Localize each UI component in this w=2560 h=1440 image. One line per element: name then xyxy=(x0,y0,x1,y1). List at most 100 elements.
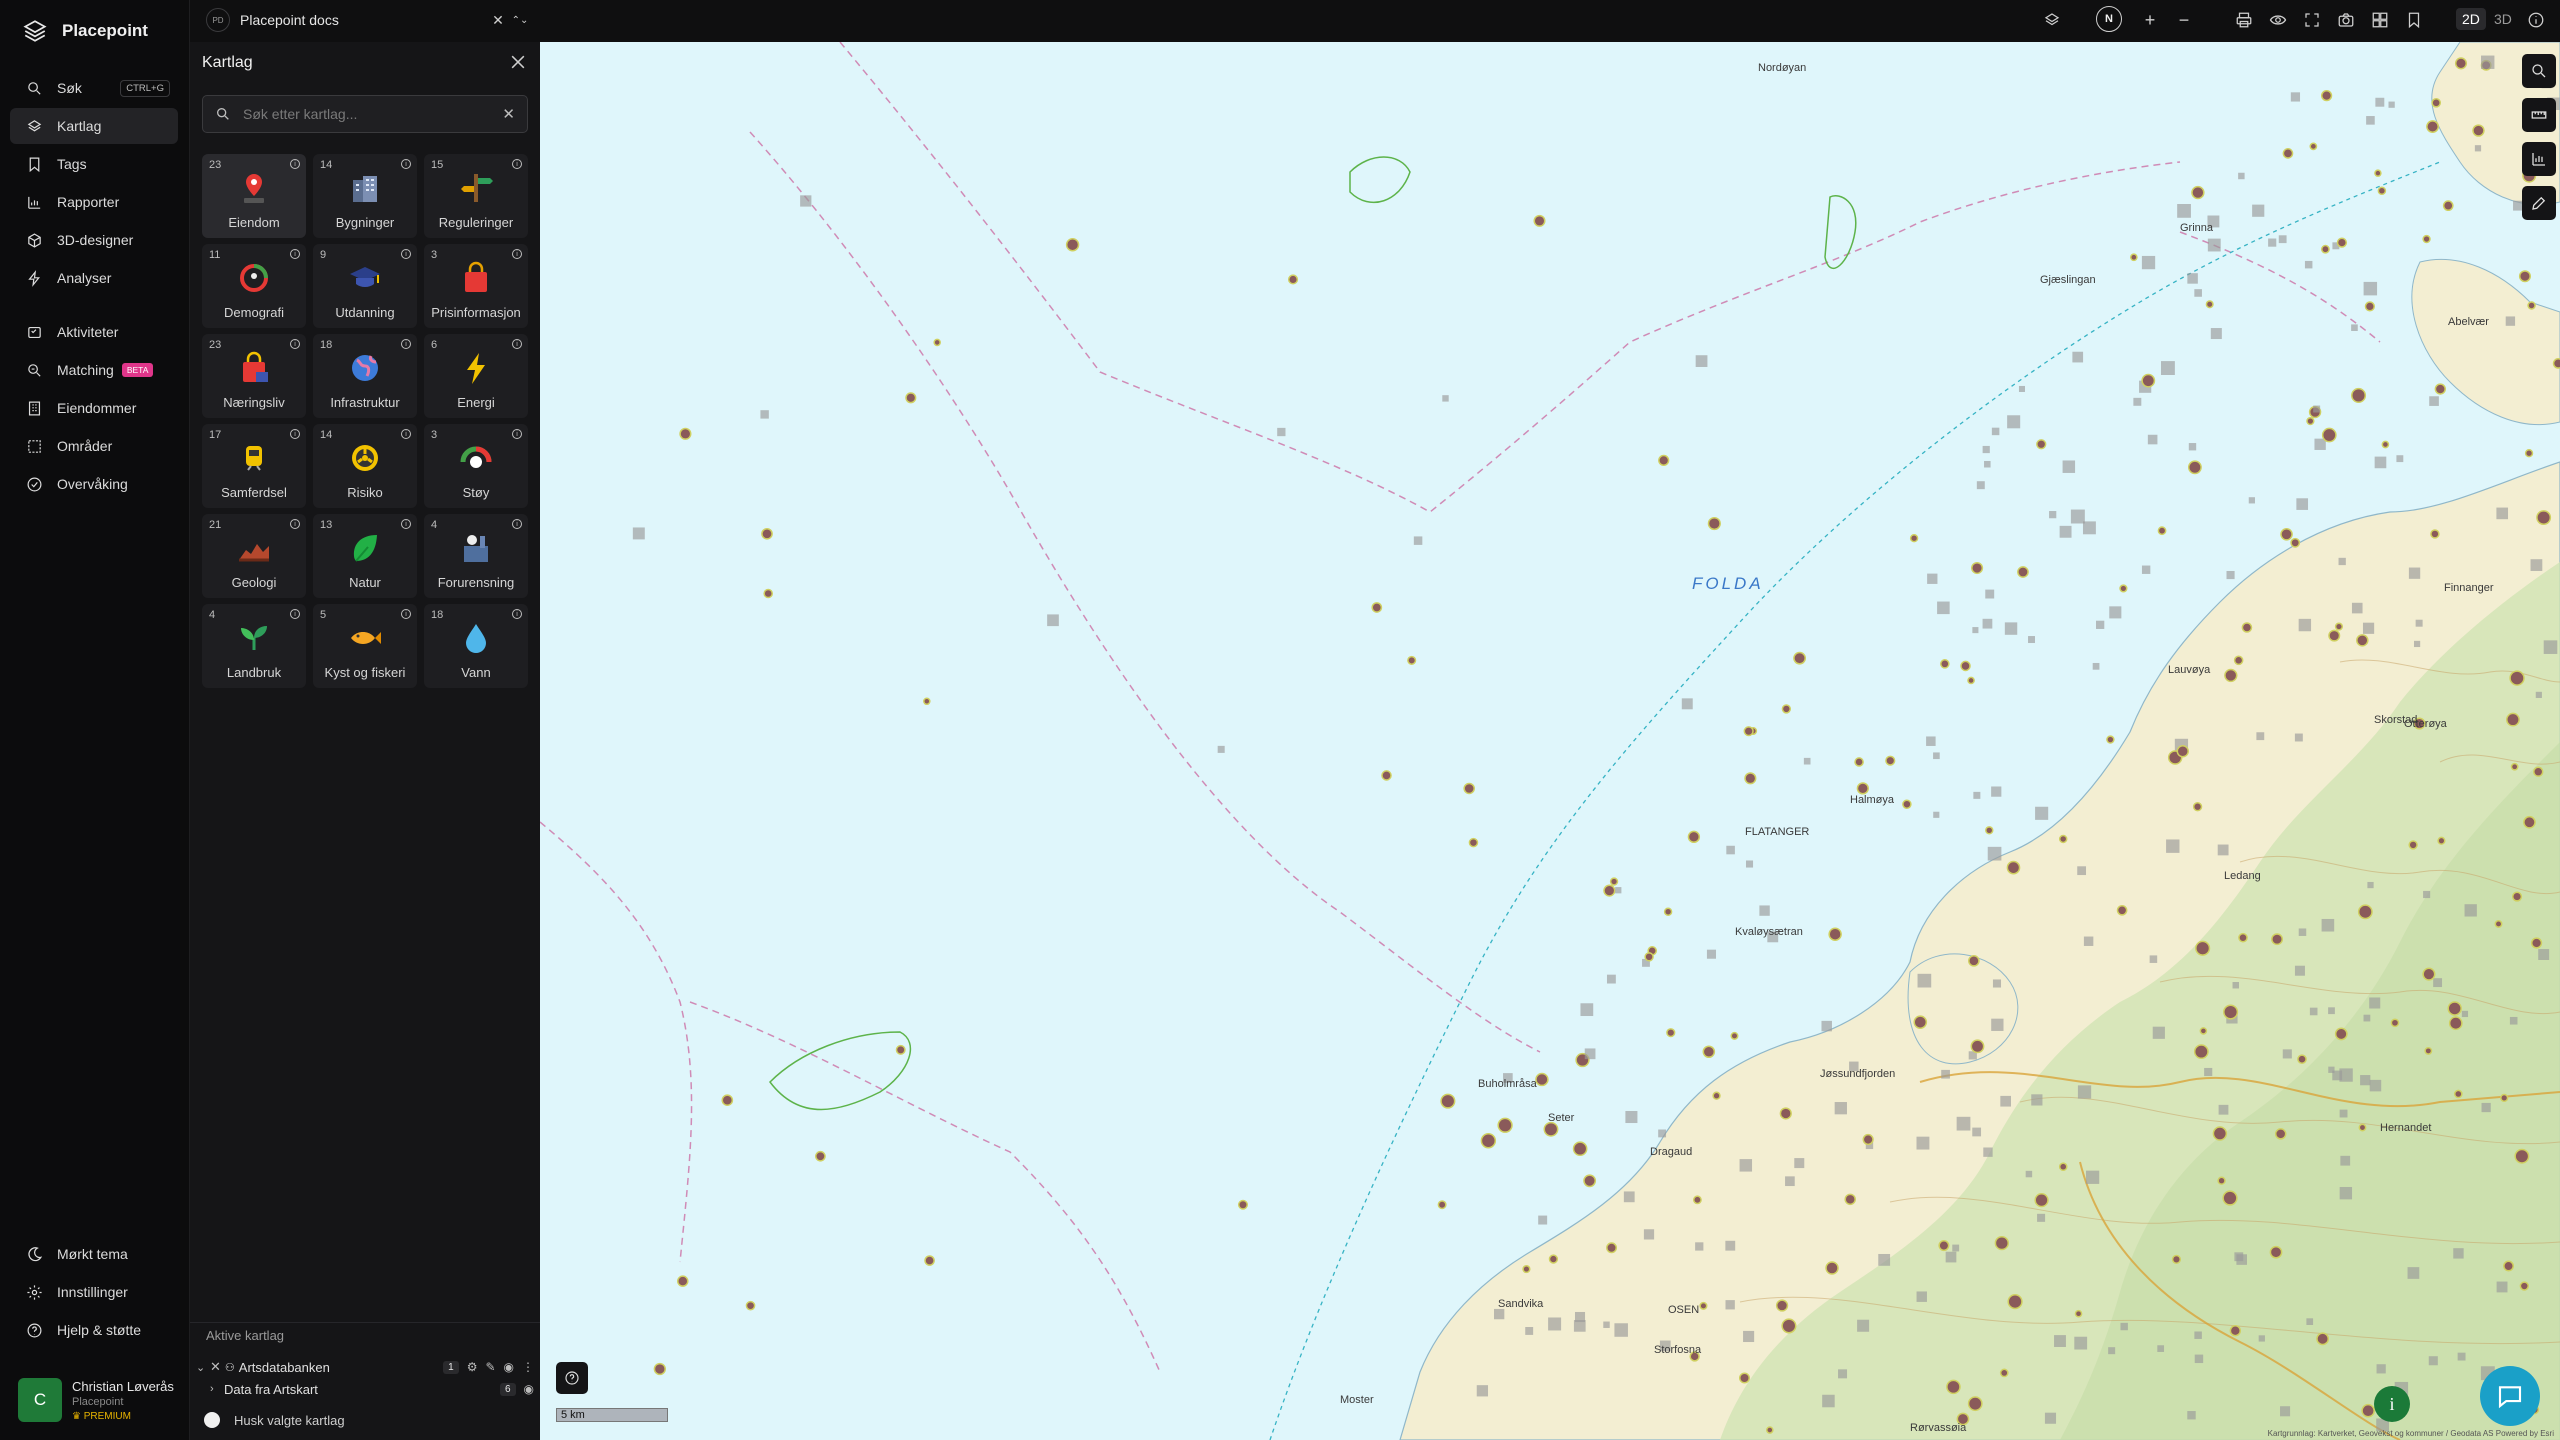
category-tile-eiendom[interactable]: 23 i Eiendom xyxy=(202,154,306,238)
nav-item-overvåking[interactable]: Overvåking xyxy=(10,466,178,502)
info-icon[interactable]: i xyxy=(290,159,300,169)
chat-button[interactable] xyxy=(2480,1366,2540,1426)
layer-search-input[interactable] xyxy=(241,105,493,123)
category-tile-prisinformasjon[interactable]: 3 i Prisinformasjon xyxy=(424,244,528,328)
north-compass[interactable]: N xyxy=(2096,6,2122,32)
category-tile-forurensning[interactable]: 4 i Forurensning xyxy=(424,514,528,598)
occurrence-marker xyxy=(2018,385,2025,392)
remember-toggle[interactable] xyxy=(204,1412,220,1428)
remove-layer-icon[interactable]: ✕ xyxy=(210,1359,221,1375)
category-tile-utdanning[interactable]: 9 i Utdanning xyxy=(313,244,417,328)
fullscreen-icon[interactable] xyxy=(2302,10,2322,30)
nav-item-3d-designer[interactable]: 3D-designer xyxy=(10,222,178,258)
more-icon[interactable]: ⋮ xyxy=(522,1360,534,1374)
occurrence-marker xyxy=(2367,881,2374,889)
info-icon[interactable]: i xyxy=(401,429,411,439)
info-icon[interactable] xyxy=(2526,10,2546,30)
info-icon[interactable]: i xyxy=(290,609,300,619)
nav-bottom-gear[interactable]: Innstillinger xyxy=(10,1274,178,1310)
category-tile-energi[interactable]: 6 i Energi xyxy=(424,334,528,418)
info-icon[interactable]: i xyxy=(512,519,522,529)
active-sublayer-row[interactable]: › Data fra Artskart 6 ◉ xyxy=(210,1378,534,1400)
edit-icon[interactable]: ✎ xyxy=(485,1360,495,1374)
clear-search-icon[interactable]: ✕ xyxy=(502,105,515,123)
map-help-button[interactable] xyxy=(556,1362,588,1394)
zoom-out-icon[interactable]: − xyxy=(2174,10,2194,30)
mode-2d-button[interactable]: 2D xyxy=(2456,8,2486,30)
nav-item-matching[interactable]: Matching BETA xyxy=(10,352,178,388)
info-icon[interactable]: i xyxy=(401,249,411,259)
category-tile-demografi[interactable]: 11 i Demografi xyxy=(202,244,306,328)
nav-item-rapporter[interactable]: Rapporter xyxy=(10,184,178,220)
category-tile-samferdsel[interactable]: 17 i Samferdsel xyxy=(202,424,306,508)
mode-3d-button[interactable]: 3D xyxy=(2488,8,2518,30)
document-tab[interactable]: PD Placepoint docs xyxy=(206,8,339,32)
nav-item-eiendommer[interactable]: Eiendommer xyxy=(10,390,178,426)
draw-tool-icon[interactable] xyxy=(2522,186,2556,220)
nav-item-tags[interactable]: Tags xyxy=(10,146,178,182)
nav-item-områder[interactable]: Områder xyxy=(10,428,178,464)
layers-stack-icon[interactable] xyxy=(2042,10,2062,30)
info-icon[interactable]: i xyxy=(401,159,411,169)
nav-item-aktiviteter[interactable]: Aktiviteter xyxy=(10,314,178,350)
user-profile[interactable]: C Christian Løverås Placepoint ♛ PREMIUM xyxy=(18,1378,174,1422)
info-icon[interactable]: i xyxy=(290,249,300,259)
category-tile-natur[interactable]: 13 i Natur xyxy=(313,514,417,598)
info-icon[interactable]: i xyxy=(401,609,411,619)
info-icon[interactable]: i xyxy=(512,339,522,349)
eye-icon[interactable] xyxy=(2268,10,2288,30)
close-document-icon[interactable]: ✕ xyxy=(488,10,508,30)
category-tile-støy[interactable]: 3 i Støy xyxy=(424,424,528,508)
occurrence-marker xyxy=(1973,791,1981,799)
nav-bottom-moon[interactable]: Mørkt tema xyxy=(10,1236,178,1272)
active-layer-row[interactable]: ⌄ ✕ ⚇ Artsdatabanken 1 ⚙ ✎ ◉ ⋮ xyxy=(196,1356,534,1378)
info-icon[interactable]: i xyxy=(290,429,300,439)
remember-layers-row[interactable]: Husk valgte kartlag xyxy=(204,1412,345,1428)
map-canvas[interactable]: FOLDA Nordøyan Gjæslingan Grinna FLATANGER H… xyxy=(540,42,2560,1440)
print-icon[interactable] xyxy=(2234,10,2254,30)
category-tile-landbruk[interactable]: 4 i Landbruk xyxy=(202,604,306,688)
category-tile-reguleringer[interactable]: 15 i Reguleringer xyxy=(424,154,528,238)
category-tile-bygninger[interactable]: 14 i Bygninger xyxy=(313,154,417,238)
visibility-icon[interactable]: ◉ xyxy=(504,1360,514,1374)
nav-item-kartlag[interactable]: Kartlag xyxy=(10,108,178,144)
info-icon[interactable]: i xyxy=(512,159,522,169)
search-map-icon[interactable] xyxy=(2522,54,2556,88)
visibility-icon[interactable]: ◉ xyxy=(524,1382,534,1396)
occurrence-marker xyxy=(1609,877,1619,886)
info-icon[interactable]: i xyxy=(290,519,300,529)
info-icon[interactable]: i xyxy=(401,519,411,529)
nav-item-analyser[interactable]: Analyser xyxy=(10,260,178,296)
bookmark-icon[interactable] xyxy=(2404,10,2424,30)
category-tile-infrastruktur[interactable]: 18 i Infrastruktur xyxy=(313,334,417,418)
nav-item-søk[interactable]: Søk CTRL+G xyxy=(10,70,178,106)
info-button[interactable]: i xyxy=(2374,1386,2410,1422)
document-switch-icon[interactable]: ⌃⌄ xyxy=(510,10,530,30)
occurrence-marker xyxy=(2527,301,2536,310)
brand[interactable]: Placepoint xyxy=(22,18,148,44)
category-tile-kyst-og-fiskeri[interactable]: 5 i Kyst og fiskeri xyxy=(313,604,417,688)
settings-icon[interactable]: ⚙ xyxy=(467,1360,478,1374)
info-icon[interactable]: i xyxy=(512,609,522,619)
map-basemap[interactable] xyxy=(540,42,2560,1440)
chart-icon[interactable] xyxy=(2522,142,2556,176)
chevron-down-icon[interactable]: ⌄ xyxy=(196,1361,210,1374)
ruler-icon[interactable] xyxy=(2522,98,2556,132)
info-icon[interactable]: i xyxy=(290,339,300,349)
category-tile-næringsliv[interactable]: 23 i Næringsliv xyxy=(202,334,306,418)
grid-view-icon[interactable] xyxy=(2370,10,2390,30)
occurrence-marker xyxy=(2280,527,2293,541)
chevron-right-icon[interactable]: › xyxy=(210,1383,224,1395)
category-tile-risiko[interactable]: 14 i Risiko xyxy=(313,424,417,508)
category-tile-geologi[interactable]: 21 i Geologi xyxy=(202,514,306,598)
close-panel-icon[interactable] xyxy=(508,52,528,72)
info-icon[interactable]: i xyxy=(401,339,411,349)
category-tile-vann[interactable]: 18 i Vann xyxy=(424,604,528,688)
occurrence-marker xyxy=(677,1275,689,1287)
camera-icon[interactable] xyxy=(2336,10,2356,30)
info-icon[interactable]: i xyxy=(512,249,522,259)
nav-bottom-help[interactable]: Hjelp & støtte xyxy=(10,1312,178,1348)
zoom-in-icon[interactable]: + xyxy=(2140,10,2160,30)
category-count: 9 xyxy=(320,249,327,261)
info-icon[interactable]: i xyxy=(512,429,522,439)
